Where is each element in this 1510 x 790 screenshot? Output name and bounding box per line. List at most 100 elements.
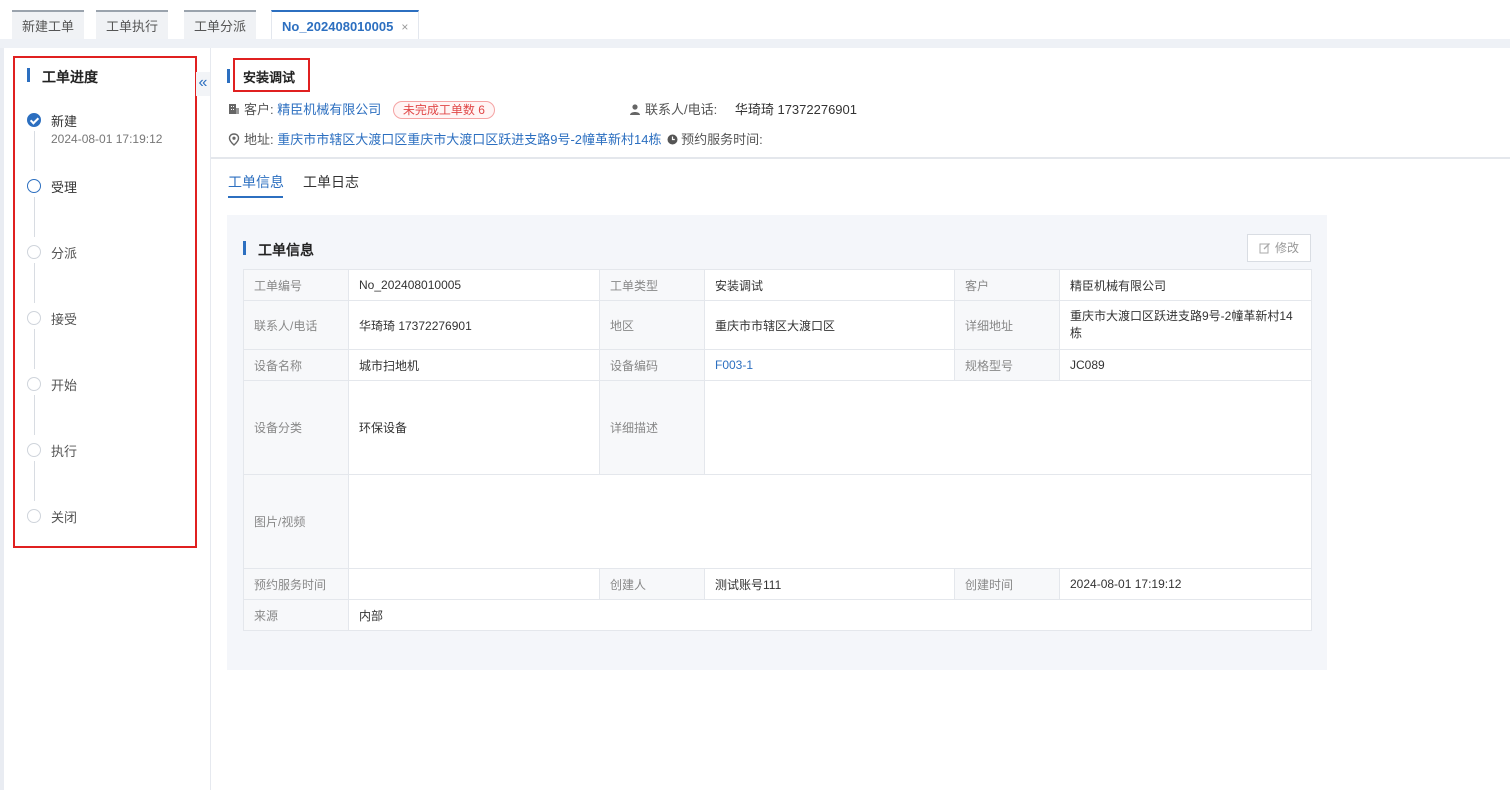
- media-value: [348, 474, 1312, 569]
- device-category-value: 环保设备: [348, 380, 600, 475]
- circle-icon: [27, 245, 41, 259]
- device-name-value: 城市扫地机: [348, 349, 600, 381]
- contact-phone-value: 华琦琦 17372276901: [348, 300, 600, 350]
- step-label: 接受: [51, 312, 78, 327]
- field-label: 详细描述: [599, 380, 705, 475]
- field-label: 工单编号: [243, 269, 349, 301]
- customer-label: 客户:: [244, 102, 274, 117]
- circle-icon: [27, 377, 41, 391]
- order-type-value: 安装调试: [704, 269, 955, 301]
- tab-bar: 新建工单 工单执行 工单分派 No_202408010005 ×: [0, 0, 1510, 40]
- user-icon: [630, 104, 640, 115]
- order-info-table: 工单编号 No_202408010005 工单类型 安装调试 客户 精臣机械有限…: [243, 269, 1312, 631]
- step-label: 开始: [51, 378, 78, 393]
- region-value: 重庆市市辖区大渡口区: [704, 300, 955, 350]
- building-icon: [229, 104, 239, 114]
- page-title: 安装调试: [243, 70, 296, 85]
- step-label: 分派: [51, 246, 78, 261]
- table-row: 设备名称 城市扫地机 设备编码 F003-1 规格型号 JC089: [243, 349, 1312, 381]
- customer-line: 客户: 精臣机械有限公司 未完成工单数 6: [228, 99, 495, 119]
- left-edge-strip: [0, 48, 4, 790]
- step-label: 受理: [51, 180, 78, 195]
- title-accent-bar: [227, 69, 230, 83]
- tab-label: No_202408010005: [282, 19, 394, 34]
- appointment-label: 预约服务时间:: [681, 132, 763, 147]
- address-label: 地址:: [244, 132, 274, 147]
- circle-icon: [27, 509, 41, 523]
- field-label: 详细地址: [954, 300, 1060, 350]
- edit-icon: [1259, 243, 1270, 254]
- tab-bar-strip: [0, 39, 1510, 48]
- clock-icon: [667, 134, 678, 145]
- tab-new-order[interactable]: 新建工单: [12, 10, 85, 40]
- field-label: 创建人: [599, 568, 705, 600]
- field-label: 设备名称: [243, 349, 349, 381]
- address-line: 地址: 重庆市市辖区大渡口区重庆市大渡口区跃进支路9号-2幢革新村14栋 预约服…: [228, 129, 763, 148]
- tab-label: 新建工单: [22, 19, 75, 34]
- subtab-active-indicator: [228, 196, 283, 198]
- step-connector: [34, 329, 35, 369]
- customer-link[interactable]: 精臣机械有限公司: [277, 102, 381, 117]
- creator-value: 测试账号111: [704, 568, 955, 600]
- detail-description-value: [704, 380, 1312, 475]
- field-label: 创建时间: [954, 568, 1060, 600]
- subtab-order-log[interactable]: 工单日志: [303, 172, 359, 192]
- address-link[interactable]: 重庆市市辖区大渡口区重庆市大渡口区跃进支路9号-2幢革新村14栋: [277, 132, 661, 147]
- step-label: 关闭: [51, 510, 78, 525]
- order-number-value: No_202408010005: [348, 269, 600, 301]
- spec-model-value: JC089: [1059, 349, 1312, 381]
- check-circle-icon: [27, 113, 41, 127]
- appointment-time-value: [348, 568, 600, 600]
- progress-title: 工单进度: [27, 67, 98, 87]
- tab-label: 工单分派: [194, 19, 247, 34]
- edit-button[interactable]: 修改: [1247, 234, 1311, 262]
- step-connector: [34, 197, 35, 237]
- header-divider: [211, 157, 1510, 159]
- tab-order-execute[interactable]: 工单执行: [96, 10, 169, 40]
- circle-icon: [27, 179, 41, 193]
- field-label: 联系人/电话: [243, 300, 349, 350]
- field-label: 设备分类: [243, 380, 349, 475]
- collapse-panel-icon[interactable]: «: [196, 72, 210, 96]
- step-connector: [34, 461, 35, 501]
- tab-label: 工单执行: [106, 19, 159, 34]
- detail-address-value: 重庆市大渡口区跃进支路9号-2幢革新村14栋: [1059, 300, 1312, 350]
- tab-order-detail[interactable]: No_202408010005 ×: [271, 10, 420, 40]
- table-row: 图片/视频: [243, 474, 1312, 569]
- card-title: 工单信息: [243, 240, 314, 260]
- contact-label: 联系人/电话:: [645, 102, 718, 117]
- location-pin-icon: [228, 133, 240, 146]
- close-icon[interactable]: ×: [401, 20, 408, 34]
- field-label: 规格型号: [954, 349, 1060, 381]
- step-label: 执行: [51, 444, 78, 459]
- step-connector: [34, 263, 35, 303]
- contact-value: 华琦琦 17372276901: [734, 102, 858, 117]
- step-connector: [34, 395, 35, 435]
- field-label: 来源: [243, 599, 349, 631]
- step-label: 新建: [51, 114, 78, 129]
- table-row: 工单编号 No_202408010005 工单类型 安装调试 客户 精臣机械有限…: [243, 269, 1312, 301]
- unfinished-order-badge[interactable]: 未完成工单数 6: [392, 101, 495, 119]
- subtab-order-info[interactable]: 工单信息: [228, 172, 284, 192]
- table-row: 来源 内部: [243, 599, 1312, 631]
- edit-label: 修改: [1274, 241, 1299, 255]
- field-label: 预约服务时间: [243, 568, 349, 600]
- field-label: 地区: [599, 300, 705, 350]
- contact-line: 联系人/电话: 华琦琦 17372276901: [629, 99, 857, 118]
- field-label: 图片/视频: [243, 474, 349, 569]
- source-value: 内部: [348, 599, 1312, 631]
- step-connector: [34, 131, 35, 171]
- table-row: 预约服务时间 创建人 测试账号111 创建时间 2024-08-01 17:19…: [243, 568, 1312, 600]
- step-time: 2024-08-01 17:19:12: [51, 132, 163, 146]
- table-row: 设备分类 环保设备 详细描述: [243, 380, 1312, 475]
- table-row: 联系人/电话 华琦琦 17372276901 地区 重庆市市辖区大渡口区 详细地…: [243, 300, 1312, 350]
- customer-value: 精臣机械有限公司: [1059, 269, 1312, 301]
- circle-icon: [27, 443, 41, 457]
- create-time-value: 2024-08-01 17:19:12: [1059, 568, 1312, 600]
- field-label: 设备编码: [599, 349, 705, 381]
- progress-panel: [13, 56, 197, 548]
- device-code-link[interactable]: F003-1: [704, 349, 955, 381]
- tab-order-dispatch[interactable]: 工单分派: [184, 10, 257, 40]
- field-label: 客户: [954, 269, 1060, 301]
- circle-icon: [27, 311, 41, 325]
